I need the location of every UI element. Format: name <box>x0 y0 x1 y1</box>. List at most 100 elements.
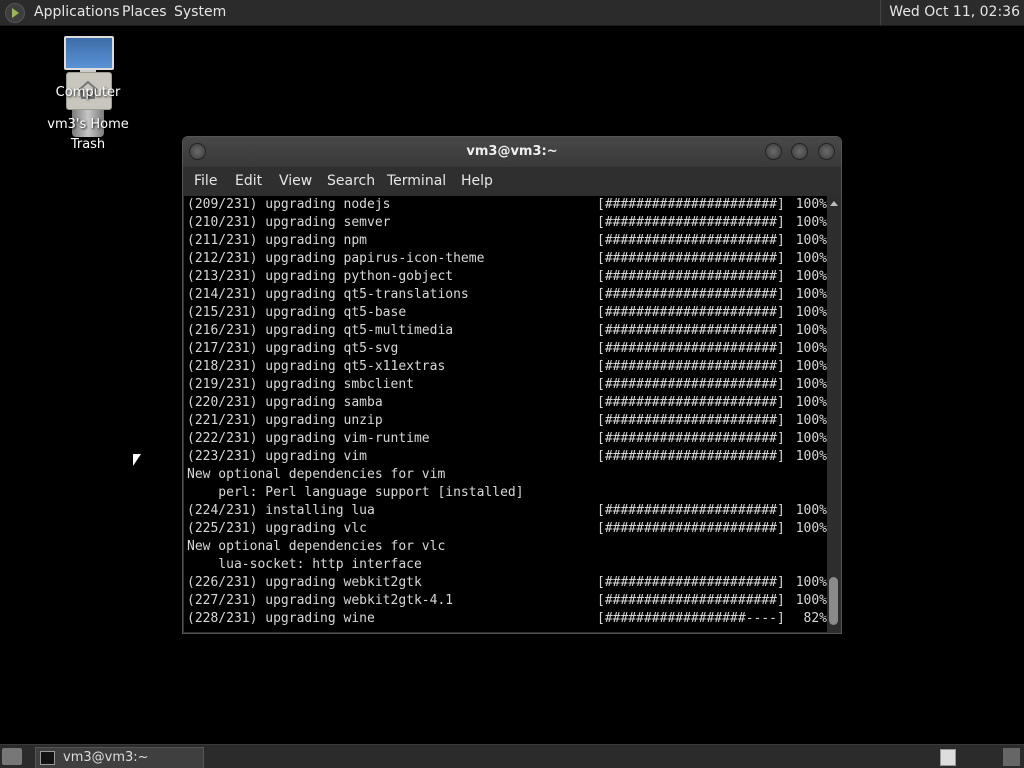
progress-bar-text: [##################----] <box>597 611 785 626</box>
terminal-line: perl: Perl language support [installed] <box>187 484 827 502</box>
progress-percent: 100% <box>795 521 827 536</box>
terminal-line: (218/231) upgrading qt5-x11extras [######… <box>187 358 827 376</box>
menu-terminal[interactable]: Terminal <box>387 167 446 196</box>
line-text: (221/231) upgrading unzip <box>187 413 383 428</box>
terminal-line: (213/231) upgrading python-gobject [#####… <box>187 268 827 286</box>
progress-bar-text: [######################] <box>597 377 785 392</box>
bottom-panel: vm3@vm3:~ <box>0 744 1024 768</box>
progress-percent: 100% <box>795 575 827 590</box>
menu-help[interactable]: Help <box>461 167 493 196</box>
terminal-line: (219/231) upgrading smbclient [##########… <box>187 376 827 394</box>
progress-percent: 100% <box>795 323 827 338</box>
panel-trash-icon[interactable] <box>1003 748 1020 766</box>
applications-menu[interactable]: Applications <box>34 0 120 25</box>
line-text: New optional dependencies for vim <box>187 467 446 482</box>
progress-bar-text: [######################] <box>597 359 785 374</box>
close-button[interactable] <box>818 143 835 160</box>
line-text: (216/231) upgrading qt5-multimedia <box>187 323 454 338</box>
progress-bar-text: [######################] <box>597 449 785 464</box>
scroll-up-arrow-icon[interactable] <box>830 201 838 206</box>
line-text: (226/231) upgrading webkit2gtk <box>187 575 422 590</box>
scrollbar-thumb[interactable] <box>829 577 838 625</box>
progress-percent: 100% <box>795 449 827 464</box>
line-text: (219/231) upgrading smbclient <box>187 377 414 392</box>
line-text: (211/231) upgrading npm <box>187 233 368 248</box>
progress-percent: 82% <box>803 611 827 626</box>
line-text: (227/231) upgrading webkit2gtk-4.1 <box>187 593 454 608</box>
progress-bar-text: [######################] <box>597 431 785 446</box>
window-titlebar[interactable]: vm3@vm3:~ <box>183 137 841 167</box>
progress-percent: 100% <box>795 395 827 410</box>
desktop-icon-computer[interactable]: Computer <box>38 85 138 100</box>
line-text: lua-socket: http interface <box>187 557 422 572</box>
progress-percent: 100% <box>795 431 827 446</box>
taskbar-terminal-button[interactable]: vm3@vm3:~ <box>35 747 204 768</box>
progress-percent: 100% <box>795 593 827 608</box>
computer-icon[interactable] <box>64 36 114 70</box>
trash-label: Trash <box>70 137 106 152</box>
menu-file[interactable]: File <box>194 167 217 196</box>
terminal-line: (209/231) upgrading nodejs [#############… <box>187 196 827 214</box>
terminal-line: lua-socket: http interface <box>187 556 827 574</box>
terminal-line: (221/231) upgrading unzip [##############… <box>187 412 827 430</box>
line-text: (215/231) upgrading qt5-base <box>187 305 407 320</box>
maximize-button[interactable] <box>791 143 808 160</box>
terminal-line: (217/231) upgrading qt5-svg [############… <box>187 340 827 358</box>
terminal-line: (226/231) upgrading webkit2gtk [#########… <box>187 574 827 592</box>
progress-bar-text: [######################] <box>597 251 785 266</box>
desktop-icon-home[interactable]: vm3's Home <box>38 117 138 132</box>
line-text: (220/231) upgrading samba <box>187 395 383 410</box>
system-menu[interactable]: System <box>174 0 226 25</box>
progress-percent: 100% <box>795 305 827 320</box>
minimize-button[interactable] <box>765 143 782 160</box>
terminal-line: (212/231) upgrading papirus-icon-theme [#… <box>187 250 827 268</box>
line-text: (209/231) upgrading nodejs <box>187 197 391 212</box>
scrollbar[interactable] <box>827 196 840 632</box>
top-panel: Applications Places System Wed Oct 11, 0… <box>0 0 1024 26</box>
line-text: (223/231) upgrading vim <box>187 449 368 464</box>
progress-percent: 100% <box>795 287 827 302</box>
terminal-line: New optional dependencies for vlc <box>187 538 827 556</box>
progress-percent: 100% <box>795 377 827 392</box>
line-text: (218/231) upgrading qt5-x11extras <box>187 359 446 374</box>
line-text: (212/231) upgrading papirus-icon-theme <box>187 251 485 266</box>
terminal-output[interactable]: (209/231) upgrading nodejs [#############… <box>184 196 827 632</box>
progress-bar-text: [######################] <box>597 197 785 212</box>
terminal-line: (225/231) upgrading vlc [################… <box>187 520 827 538</box>
progress-bar-text: [######################] <box>597 575 785 590</box>
terminal-icon <box>40 751 55 765</box>
line-text: (228/231) upgrading wine <box>187 611 375 626</box>
window-menu-button[interactable] <box>189 143 206 160</box>
progress-percent: 100% <box>795 215 827 230</box>
progress-percent: 100% <box>795 341 827 356</box>
terminal-lines: (209/231) upgrading nodejs [#############… <box>184 196 827 628</box>
clock[interactable]: Wed Oct 11, 02:36 <box>880 0 1020 25</box>
terminal-line: (214/231) upgrading qt5-translations [###… <box>187 286 827 304</box>
menu-view[interactable]: View <box>279 167 312 196</box>
places-menu[interactable]: Places <box>122 0 167 25</box>
desktop-icon-trash[interactable]: Trash <box>38 137 138 152</box>
distro-logo-icon[interactable] <box>5 3 25 23</box>
progress-percent: 100% <box>795 233 827 248</box>
terminal-line: (224/231) installing lua [###############… <box>187 502 827 520</box>
line-text: (213/231) upgrading python-gobject <box>187 269 454 284</box>
workspace-switcher[interactable] <box>940 749 956 766</box>
terminal-line: (215/231) upgrading qt5-base [###########… <box>187 304 827 322</box>
progress-percent: 100% <box>795 197 827 212</box>
task-label: vm3@vm3:~ <box>63 750 149 765</box>
menu-edit[interactable]: Edit <box>235 167 262 196</box>
terminal-line: (211/231) upgrading npm [################… <box>187 232 827 250</box>
show-desktop-icon[interactable] <box>2 748 22 765</box>
progress-bar-text: [######################] <box>597 395 785 410</box>
menu-search[interactable]: Search <box>327 167 375 196</box>
progress-bar-text: [######################] <box>597 287 785 302</box>
progress-percent: 100% <box>795 503 827 518</box>
terminal-line: (216/231) upgrading qt5-multimedia [#####… <box>187 322 827 340</box>
line-text: (214/231) upgrading qt5-translations <box>187 287 469 302</box>
line-text: (217/231) upgrading qt5-svg <box>187 341 399 356</box>
progress-bar-text: [######################] <box>597 341 785 356</box>
mouse-pointer-icon <box>133 454 141 466</box>
terminal-window: vm3@vm3:~ File Edit View Search Terminal… <box>182 136 842 634</box>
terminal-line: (223/231) upgrading vim [################… <box>187 448 827 466</box>
progress-percent: 100% <box>795 251 827 266</box>
